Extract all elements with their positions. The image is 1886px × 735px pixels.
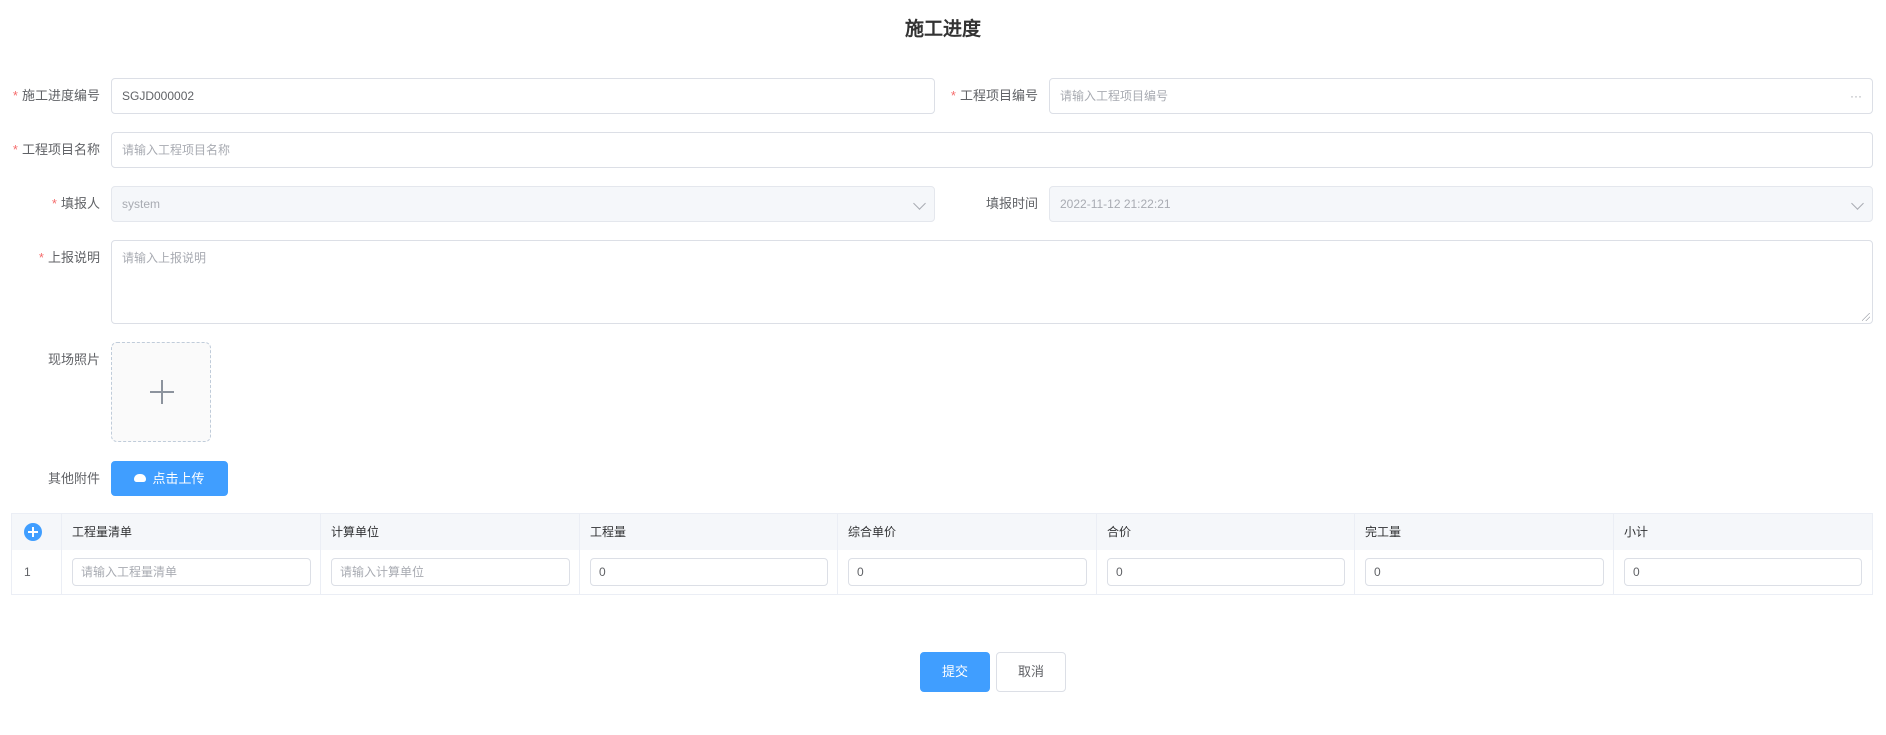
photo-upload-box[interactable] <box>111 342 211 442</box>
cancel-button[interactable]: 取消 <box>996 652 1066 692</box>
unit-price-input[interactable]: 0 <box>848 558 1087 586</box>
col-header: 合价 <box>1097 514 1355 550</box>
report-time-label: 填报时间 <box>985 196 1038 211</box>
required-mark: * <box>12 88 18 103</box>
photos-label: 现场照片 <box>47 352 100 367</box>
required-mark: * <box>950 88 956 103</box>
unit-input[interactable]: 请输入计算单位 <box>331 558 570 586</box>
progress-no-label: * 施工进度编号 <box>12 88 100 103</box>
table-row: 1 <box>12 550 62 594</box>
subtotal-input[interactable]: 0 <box>1624 558 1862 586</box>
description-textarea[interactable]: 请输入上报说明 <box>111 240 1873 324</box>
table-header: 工程量清单 计算单位 工程量 综合单价 合价 完工量 小计 <box>12 514 1872 550</box>
progress-no-input[interactable]: SGJD000002 <box>111 78 935 114</box>
col-header: 工程量 <box>580 514 838 550</box>
quantity-input[interactable]: 0 <box>590 558 828 586</box>
completed-input[interactable]: 0 <box>1365 558 1604 586</box>
project-name-input[interactable]: 请输入工程项目名称 <box>111 132 1873 168</box>
col-header: 工程量清单 <box>62 514 321 550</box>
col-header: 完工量 <box>1355 514 1614 550</box>
required-mark: * <box>12 142 18 157</box>
plus-circle-icon[interactable] <box>24 523 42 541</box>
chevron-down-icon <box>1851 197 1864 210</box>
row-index: 1 <box>24 565 31 579</box>
resize-handle[interactable] <box>1862 313 1870 321</box>
bill-input[interactable]: 请输入工程量清单 <box>72 558 311 586</box>
project-no-label: * 工程项目编号 <box>950 88 1038 103</box>
required-mark: * <box>51 196 57 211</box>
report-time-select[interactable]: 2022-11-12 21:22:21 <box>1049 186 1873 222</box>
required-mark: * <box>38 250 44 265</box>
ellipsis-icon[interactable]: ··· <box>1850 79 1862 113</box>
page-title: 施工进度 <box>904 19 981 40</box>
quantity-table: 工程量清单 计算单位 工程量 综合单价 合价 完工量 小计 1 请输入工程量清单… <box>11 513 1873 595</box>
chevron-down-icon <box>913 197 926 210</box>
cloud-upload-icon <box>134 474 147 482</box>
col-header: 计算单位 <box>321 514 580 550</box>
upload-button[interactable]: 点击上传 <box>111 461 228 496</box>
submit-button[interactable]: 提交 <box>920 652 990 692</box>
col-header: 小计 <box>1624 525 1649 539</box>
description-label: * 上报说明 <box>38 250 100 265</box>
project-no-input[interactable]: 请输入工程项目编号 ··· <box>1049 78 1873 114</box>
project-name-label: * 工程项目名称 <box>12 142 100 157</box>
reporter-select[interactable]: system <box>111 186 935 222</box>
total-price-input[interactable]: 0 <box>1107 558 1345 586</box>
attachments-label: 其他附件 <box>47 471 100 486</box>
reporter-label: * 填报人 <box>51 196 100 211</box>
col-header: 综合单价 <box>838 514 1097 550</box>
